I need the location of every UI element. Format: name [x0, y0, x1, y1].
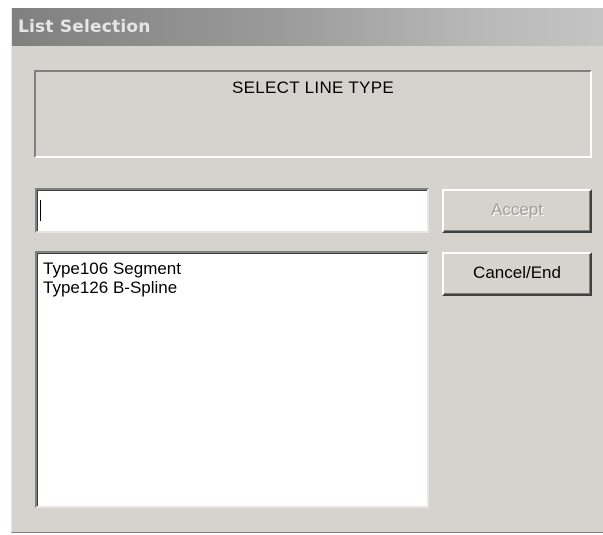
selection-input[interactable] [35, 188, 429, 233]
prompt-panel: SELECT LINE TYPE [34, 70, 592, 158]
prompt-text: SELECT LINE TYPE [232, 78, 394, 97]
text-cursor [40, 200, 41, 221]
accept-button[interactable]: Accept [442, 189, 592, 233]
window-title: List Selection [18, 17, 151, 37]
list-selection-dialog: List Selection SELECT LINE TYPE Type106 … [11, 8, 603, 533]
line-type-list[interactable]: Type106 Segment Type126 B-Spline [35, 251, 429, 508]
cancel-end-button[interactable]: Cancel/End [442, 252, 592, 296]
list-item-type126[interactable]: Type126 B-Spline [43, 278, 427, 297]
list-item-type106[interactable]: Type106 Segment [43, 259, 427, 278]
title-bar[interactable]: List Selection [12, 8, 603, 46]
